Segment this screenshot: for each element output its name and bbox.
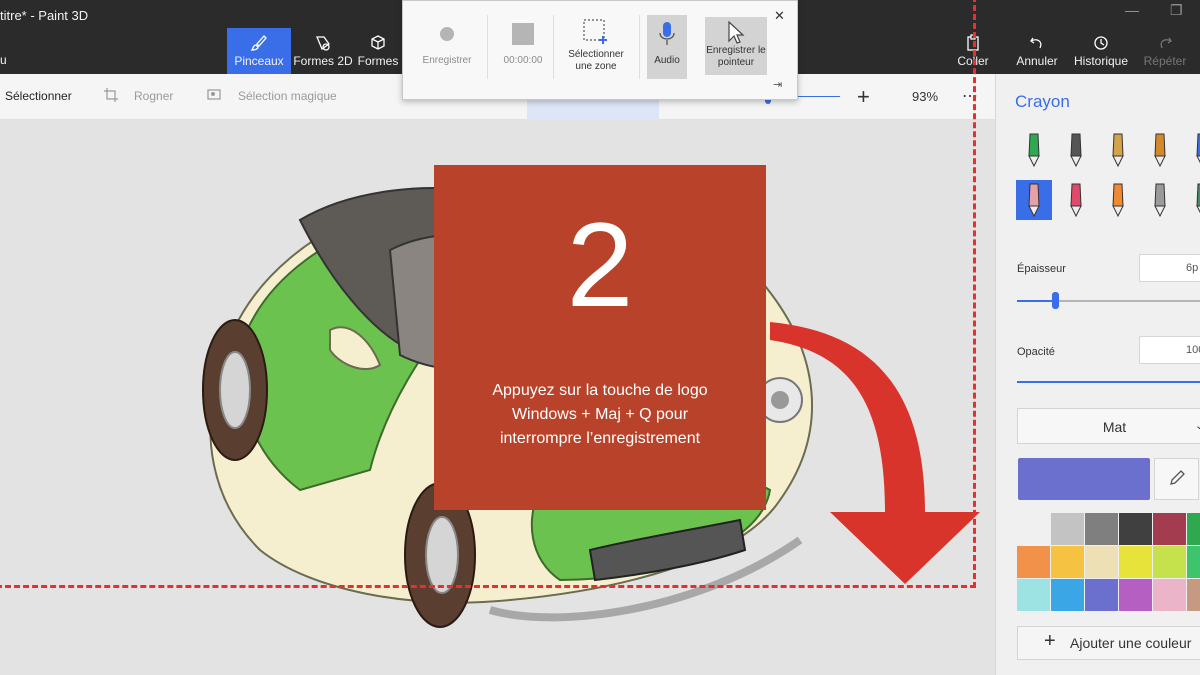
history-icon: [1071, 34, 1131, 54]
plus-icon: +: [1044, 630, 1056, 652]
screen-record-toolbar: Enregistrer 00:00:00 Sélectionner une zo…: [402, 0, 798, 100]
redo-icon: [1140, 34, 1190, 54]
brush-crayon[interactable]: [1100, 180, 1136, 220]
record-icon: [413, 15, 481, 49]
finish-dropdown[interactable]: Mat: [1017, 408, 1200, 444]
thickness-slider-fill: [1017, 300, 1055, 302]
color-swatch[interactable]: [1119, 546, 1152, 578]
select-zone-icon: [559, 15, 633, 45]
record-pointer-label: Enregistrer le pointeur: [706, 45, 766, 68]
stop-icon: [495, 15, 551, 49]
fill-icon: [1196, 183, 1200, 214]
color-swatch[interactable]: [1153, 513, 1186, 545]
opacity-label: Opacité: [1017, 346, 1055, 358]
eyedropper-button[interactable]: [1154, 458, 1199, 500]
history-button[interactable]: Historique: [1071, 28, 1131, 74]
color-swatch[interactable]: [1187, 546, 1200, 578]
undo-button[interactable]: Annuler: [1012, 28, 1062, 74]
marker-icon: [1028, 133, 1040, 168]
crayon-icon: [1112, 183, 1124, 218]
eraser-icon: [1070, 183, 1082, 218]
thickness-input[interactable]: 6p: [1139, 254, 1200, 282]
current-color-swatch[interactable]: [1018, 458, 1150, 500]
countdown-number: 2: [566, 198, 634, 332]
countdown-overlay: 2 Appuyez sur la touche de logo Windows …: [434, 165, 766, 510]
brush-fill[interactable]: [1184, 180, 1200, 220]
select-zone-button[interactable]: Sélectionner une zone: [559, 15, 633, 73]
color-swatch[interactable]: [1119, 513, 1152, 545]
microphone-icon: [647, 15, 687, 49]
divider: [639, 15, 640, 79]
brush-eraser[interactable]: [1058, 180, 1094, 220]
oil-brush-icon: [1112, 133, 1124, 168]
calligraphy-pen-icon: [1070, 133, 1082, 168]
countdown-message: Appuyez sur la touche de logo Windows + …: [492, 382, 708, 447]
add-color-label: Ajouter une couleur: [1070, 635, 1192, 651]
spray-can-icon: [1154, 183, 1166, 218]
select-zone-label: Sélectionner une zone: [568, 49, 624, 72]
restore-icon[interactable]: ❐: [1170, 2, 1183, 19]
pin-icon[interactable]: ⇥: [773, 78, 782, 91]
opacity-input[interactable]: 100: [1139, 336, 1200, 364]
color-swatch[interactable]: [1017, 546, 1050, 578]
record-button[interactable]: Enregistrer: [413, 15, 481, 66]
color-swatch[interactable]: [1085, 513, 1118, 545]
brush-panel: Crayon Épaisseur 6p Opacité 100 Mat ⌄ Aj…: [995, 74, 1200, 675]
timer-value: 00:00:00: [503, 55, 543, 66]
record-label: Enregistrer: [422, 55, 472, 66]
brush-calligraphy-pen[interactable]: [1058, 130, 1094, 170]
eyedropper-icon: [1168, 470, 1186, 491]
watercolor-icon: [1154, 133, 1166, 168]
color-swatch[interactable]: [1187, 513, 1200, 545]
pixel-pen-icon: [1196, 133, 1200, 164]
thickness-slider-handle[interactable]: [1052, 292, 1059, 309]
color-swatch[interactable]: [1017, 579, 1050, 611]
pencil-icon: [1028, 183, 1040, 218]
audio-label: Audio: [654, 55, 680, 66]
color-swatch[interactable]: [1119, 579, 1152, 611]
brush-marker[interactable]: [1016, 130, 1052, 170]
color-swatch[interactable]: [1153, 546, 1186, 578]
audio-toggle[interactable]: Audio: [647, 15, 687, 79]
color-swatch[interactable]: [1017, 513, 1050, 545]
brush-pencil[interactable]: [1016, 180, 1052, 220]
brush-watercolor[interactable]: [1142, 130, 1178, 170]
pointer-icon: [705, 17, 767, 45]
color-swatch[interactable]: [1085, 546, 1118, 578]
redo-button[interactable]: Répéter: [1140, 28, 1190, 74]
undo-label: Annuler: [1016, 54, 1058, 68]
history-label: Historique: [1073, 54, 1129, 68]
divider: [553, 15, 554, 79]
color-swatch[interactable]: [1051, 513, 1084, 545]
color-swatch[interactable]: [1085, 579, 1118, 611]
redo-label: Répéter: [1143, 54, 1187, 68]
chevron-down-icon: ⌄: [1195, 420, 1200, 432]
brush-oil-brush[interactable]: [1100, 130, 1136, 170]
record-pointer-toggle[interactable]: Enregistrer le pointeur: [705, 17, 767, 75]
opacity-slider-fill[interactable]: [1017, 381, 1200, 383]
timer: 00:00:00: [495, 15, 551, 66]
color-swatch[interactable]: [1153, 579, 1186, 611]
color-swatch[interactable]: [1051, 579, 1084, 611]
brush-pixel-pen[interactable]: [1184, 130, 1200, 170]
color-swatch[interactable]: [1187, 579, 1200, 611]
close-icon[interactable]: ✕: [774, 8, 785, 24]
divider: [487, 15, 488, 79]
thickness-label: Épaisseur: [1017, 263, 1066, 275]
minimize-icon[interactable]: —: [1125, 2, 1139, 18]
color-swatch[interactable]: [1051, 546, 1084, 578]
undo-icon: [1012, 34, 1062, 54]
brush-spray-can[interactable]: [1142, 180, 1178, 220]
panel-title: Crayon: [1015, 92, 1070, 111]
